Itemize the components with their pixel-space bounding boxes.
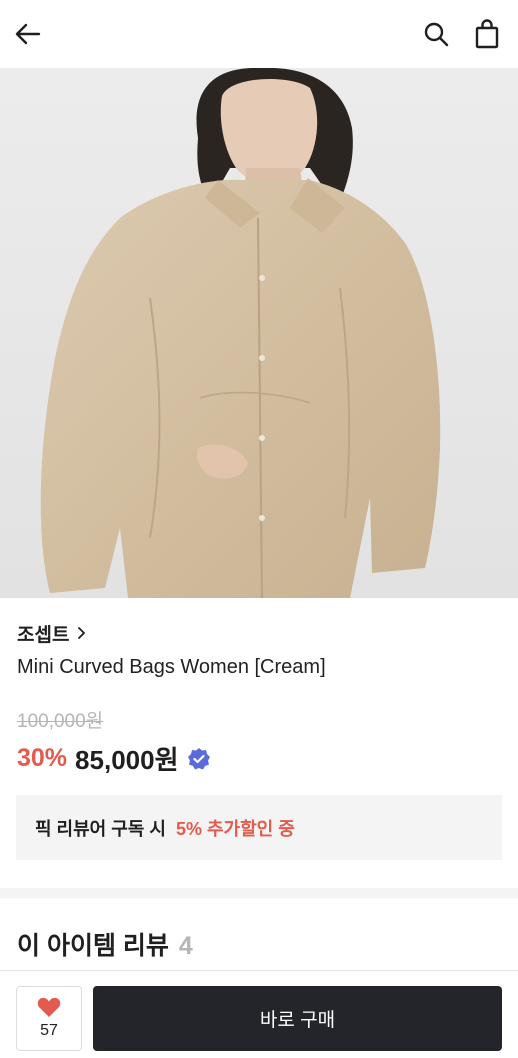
bottom-action-bar: 57 바로 구매: [0, 970, 518, 1058]
product-photo: [0, 68, 518, 598]
arrow-left-icon: [15, 23, 41, 45]
review-count: 4: [178, 932, 193, 960]
price-row: 30% 85,000원: [17, 740, 211, 777]
search-icon: [424, 22, 449, 47]
like-button[interactable]: 57: [16, 986, 82, 1051]
original-price: 100,000원: [17, 711, 104, 732]
review-title: 이 아이템 리뷰: [17, 932, 169, 960]
review-section-heading: 이 아이템 리뷰 4: [17, 926, 193, 962]
search-button[interactable]: [416, 14, 456, 54]
chevron-right-icon: [78, 627, 86, 639]
discount-rate: 30%: [17, 744, 68, 772]
like-count: 57: [40, 1022, 58, 1039]
product-image[interactable]: [0, 68, 518, 598]
verified-check-icon: [187, 747, 210, 769]
brand-name: 조셉트: [17, 624, 70, 646]
heart-icon: [37, 997, 61, 1017]
product-name: Mini Curved Bags Women [Cream]: [17, 656, 326, 678]
buy-now-button[interactable]: 바로 구매: [93, 986, 502, 1051]
promo-highlight: 5% 추가할인 중: [175, 818, 295, 839]
cart-button[interactable]: [467, 14, 507, 54]
top-bar: [0, 0, 518, 68]
section-divider: [0, 888, 518, 898]
promo-text: 픽 리뷰어 구독 시: [35, 818, 166, 839]
shopping-bag-icon: [475, 19, 499, 49]
reviewer-discount-banner[interactable]: 픽 리뷰어 구독 시 5% 추가할인 중: [16, 795, 502, 860]
brand-link[interactable]: 조셉트: [17, 620, 87, 646]
sale-price: 85,000원: [75, 745, 179, 775]
back-button[interactable]: [8, 14, 48, 54]
